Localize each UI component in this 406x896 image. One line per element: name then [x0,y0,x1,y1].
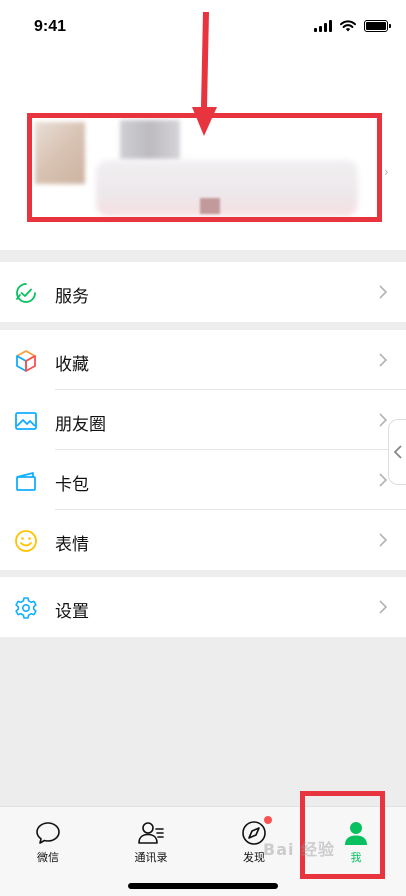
menu-item-label: 收藏 [55,355,89,375]
menu-group: 收藏 朋友圈 卡包 表情 [0,330,406,570]
wifi-icon [340,20,356,32]
services-row[interactable]: 服务 [0,262,406,322]
card-wallet-icon [16,472,36,491]
services-group: 服务 [0,262,406,322]
settings-label: 设置 [55,602,89,622]
sticker-smiley-icon [15,530,37,552]
status-time: 9:41 [34,18,67,35]
contacts-icon [138,822,164,844]
annotation-arrow-icon [192,12,217,136]
watermark: Bai 经验 [263,840,336,859]
notification-dot [264,816,272,824]
chevron-right-icon [379,473,388,487]
cellular-signal-icon [314,20,332,32]
menu-item-label: 朋友圈 [55,415,106,435]
side-drawer-handle[interactable] [388,419,406,485]
profile-chevron-icon: › [384,165,389,179]
settings-row[interactable]: 设置 [0,577,406,637]
battery-icon [364,20,391,32]
settings-group: 设置 [0,577,406,637]
chevron-right-icon [379,413,388,427]
chevron-left-icon [393,445,402,459]
gear-icon [15,597,37,619]
chevron-right-icon [379,533,388,547]
menu-item-card-wallet[interactable]: 卡包 [0,450,406,510]
home-indicator [128,883,278,889]
menu-item-label: 卡包 [55,475,89,495]
menu-item-favorites[interactable]: 收藏 [0,330,406,390]
menu-item-moments[interactable]: 朋友圈 [0,390,406,450]
status-icons [314,20,391,32]
chevron-right-icon [379,353,388,367]
chat-bubble-icon [36,822,60,844]
menu-item-stickers[interactable]: 表情 [0,510,406,570]
chevron-right-icon [379,600,388,614]
services-check-icon [16,283,36,303]
tab-chats[interactable]: 微信 [8,807,88,877]
tab-label: 微信 [37,851,59,864]
favorites-cube-icon [16,350,36,372]
tab-contacts[interactable]: 通讯录 [111,807,191,877]
moments-image-icon [15,412,37,430]
annotation-tab-highlight [300,791,385,879]
services-label: 服务 [55,287,89,307]
tab-label: 通讯录 [134,851,168,864]
menu-item-label: 表情 [55,535,89,555]
chevron-right-icon [379,285,388,299]
